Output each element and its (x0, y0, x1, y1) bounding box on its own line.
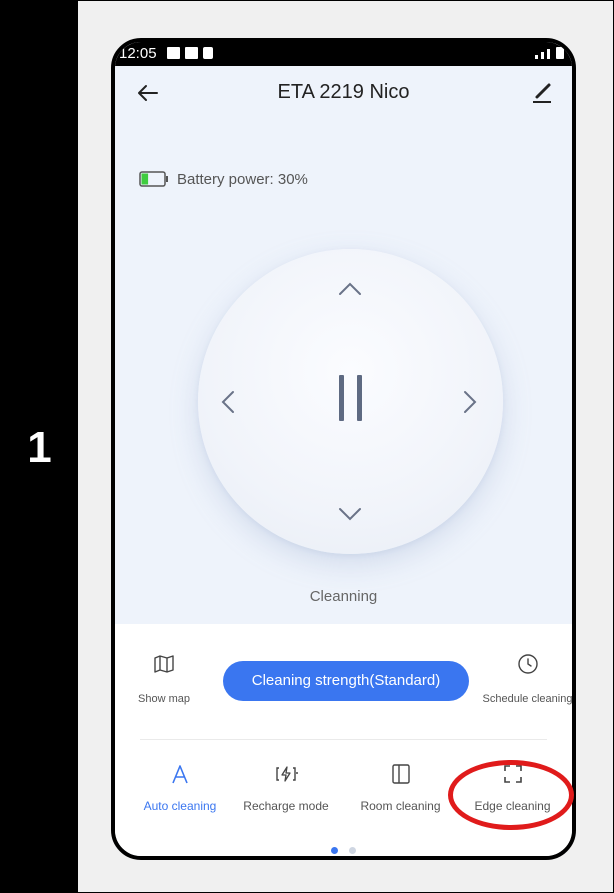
battery-label: Battery power: 30% (177, 170, 308, 188)
map-icon (154, 655, 174, 673)
divider (140, 739, 547, 740)
schedule-cleaning-label: Schedule cleaning (482, 693, 573, 705)
app-header: ETA 2219 Nico (115, 66, 572, 120)
mode-label: Recharge mode (243, 799, 329, 813)
cleaning-strength-button[interactable]: Cleaning strength(Standard) (223, 661, 469, 701)
gallery-notification-icon (167, 47, 180, 59)
app-notification-icon (185, 47, 198, 59)
signal-icon (541, 52, 544, 59)
battery-status-icon (556, 47, 564, 59)
letter-a-icon (172, 765, 188, 784)
pause-icon (339, 375, 344, 421)
edit-pen-icon[interactable] (528, 78, 556, 106)
clipboard-notification-icon (203, 47, 213, 59)
step-column: 1 (1, 1, 78, 892)
chevron-down-icon[interactable] (330, 494, 370, 534)
battery-icon (139, 171, 168, 187)
page-dot (348, 847, 356, 854)
show-map-button[interactable]: Show map (129, 652, 199, 705)
show-map-label: Show map (138, 693, 190, 705)
pause-icon (357, 375, 362, 421)
highlight-circle (448, 760, 574, 830)
tool-row: Show map Cleaning strength(Standard) Sch… (115, 624, 572, 739)
cleaning-status: Cleanning (309, 588, 378, 605)
mode-recharge[interactable]: Recharge mode (231, 762, 341, 813)
schedule-cleaning-button[interactable]: Schedule cleaning (480, 652, 573, 705)
phone-screen: 12:05 ETA 2219 Nico Battery power: 30% C… (111, 38, 576, 860)
notification-icons (167, 47, 213, 60)
signal-icon (547, 49, 550, 59)
page-dot (331, 847, 339, 854)
room-icon (391, 764, 410, 784)
chevron-up-icon[interactable] (330, 269, 370, 309)
step-number: 1 (27, 423, 52, 472)
wifi-icon (535, 55, 538, 59)
mode-room-cleaning[interactable]: Room cleaning (353, 762, 448, 813)
system-icons (535, 47, 564, 59)
pause-button[interactable] (333, 367, 373, 427)
page-indicator (115, 841, 572, 856)
direction-control-pad (198, 249, 503, 554)
status-time: 12:05 (119, 45, 157, 62)
status-bar: 12:05 (115, 42, 572, 66)
chevron-right-icon[interactable] (450, 382, 490, 422)
mode-label: Room cleaning (360, 799, 441, 813)
charge-icon (276, 766, 298, 782)
mode-auto-cleaning[interactable]: Auto cleaning (135, 762, 225, 813)
battery-indicator: Battery power: 30% (139, 169, 308, 189)
chevron-left-icon[interactable] (208, 382, 248, 422)
page-title: ETA 2219 Nico (277, 81, 410, 103)
mode-label: Auto cleaning (143, 799, 217, 813)
clock-icon (517, 654, 538, 674)
